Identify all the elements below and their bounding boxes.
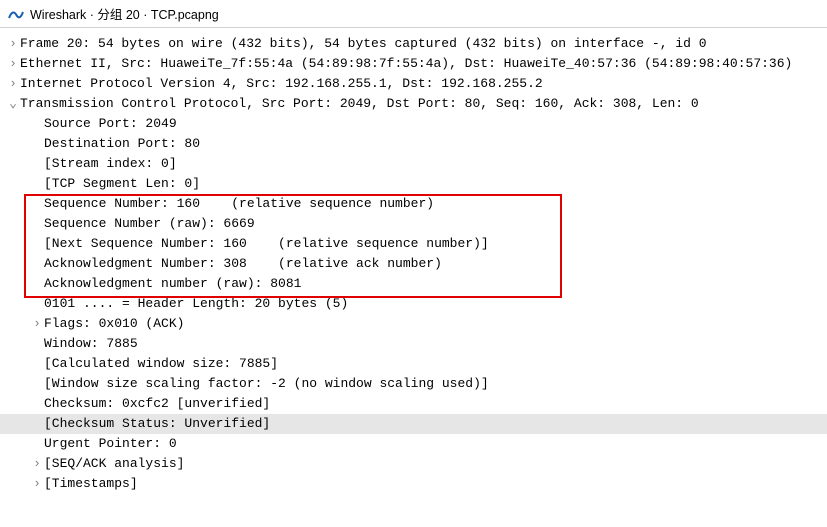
titlebar: Wireshark · 分组 20 · TCP.pcapng (0, 0, 827, 28)
tcp-dst-port[interactable]: Destination Port: 80 (0, 134, 827, 154)
packet-details-tree[interactable]: › Frame 20: 54 bytes on wire (432 bits),… (0, 28, 827, 500)
chevron-right-icon[interactable]: › (6, 34, 20, 54)
tcp-urgent[interactable]: Urgent Pointer: 0 (0, 434, 827, 454)
window-title: Wireshark · 分组 20 · TCP.pcapng (30, 4, 219, 23)
tcp-calc-window[interactable]: [Calculated window size: 7885] (0, 354, 827, 374)
tcp-flags-label: Flags: 0x010 (ACK) (44, 314, 184, 334)
tcp-timestamps-node[interactable]: › [Timestamps] (0, 474, 827, 494)
packet-tree-wrap: › Frame 20: 54 bytes on wire (432 bits),… (0, 28, 827, 500)
chevron-down-icon[interactable]: ⌄ (6, 94, 20, 114)
chevron-right-icon[interactable]: › (6, 74, 20, 94)
frame-node[interactable]: › Frame 20: 54 bytes on wire (432 bits),… (0, 34, 827, 54)
frame-label: Frame 20: 54 bytes on wire (432 bits), 5… (20, 34, 707, 54)
tcp-seq-raw[interactable]: Sequence Number (raw): 6669 (0, 214, 827, 234)
tcp-flags-node[interactable]: › Flags: 0x010 (ACK) (0, 314, 827, 334)
chevron-right-icon[interactable]: › (30, 454, 44, 474)
chevron-right-icon[interactable]: › (30, 314, 44, 334)
tcp-stream-index[interactable]: [Stream index: 0] (0, 154, 827, 174)
tcp-ack-num[interactable]: Acknowledgment Number: 308 (relative ack… (0, 254, 827, 274)
tcp-label: Transmission Control Protocol, Src Port:… (20, 94, 699, 114)
chevron-right-icon[interactable]: › (30, 474, 44, 494)
ethernet-label: Ethernet II, Src: HuaweiTe_7f:55:4a (54:… (20, 54, 792, 74)
tcp-node[interactable]: ⌄ Transmission Control Protocol, Src Por… (0, 94, 827, 114)
tcp-seq-ack-label: [SEQ/ACK analysis] (44, 454, 184, 474)
tcp-hdr-len[interactable]: 0101 .... = Header Length: 20 bytes (5) (0, 294, 827, 314)
tcp-win-scale[interactable]: [Window size scaling factor: -2 (no wind… (0, 374, 827, 394)
ip-node[interactable]: › Internet Protocol Version 4, Src: 192.… (0, 74, 827, 94)
wireshark-icon (8, 6, 24, 22)
tcp-window[interactable]: Window: 7885 (0, 334, 827, 354)
tcp-src-port[interactable]: Source Port: 2049 (0, 114, 827, 134)
ethernet-node[interactable]: › Ethernet II, Src: HuaweiTe_7f:55:4a (5… (0, 54, 827, 74)
tcp-next-seq[interactable]: [Next Sequence Number: 160 (relative seq… (0, 234, 827, 254)
tcp-seq-num[interactable]: Sequence Number: 160 (relative sequence … (0, 194, 827, 214)
tcp-checksum[interactable]: Checksum: 0xcfc2 [unverified] (0, 394, 827, 414)
tcp-seq-ack-node[interactable]: › [SEQ/ACK analysis] (0, 454, 827, 474)
chevron-right-icon[interactable]: › (6, 54, 20, 74)
ip-label: Internet Protocol Version 4, Src: 192.16… (20, 74, 543, 94)
tcp-checksum-status[interactable]: [Checksum Status: Unverified] (0, 414, 827, 434)
tcp-timestamps-label: [Timestamps] (44, 474, 138, 494)
tcp-ack-raw[interactable]: Acknowledgment number (raw): 8081 (0, 274, 827, 294)
tcp-seg-len[interactable]: [TCP Segment Len: 0] (0, 174, 827, 194)
